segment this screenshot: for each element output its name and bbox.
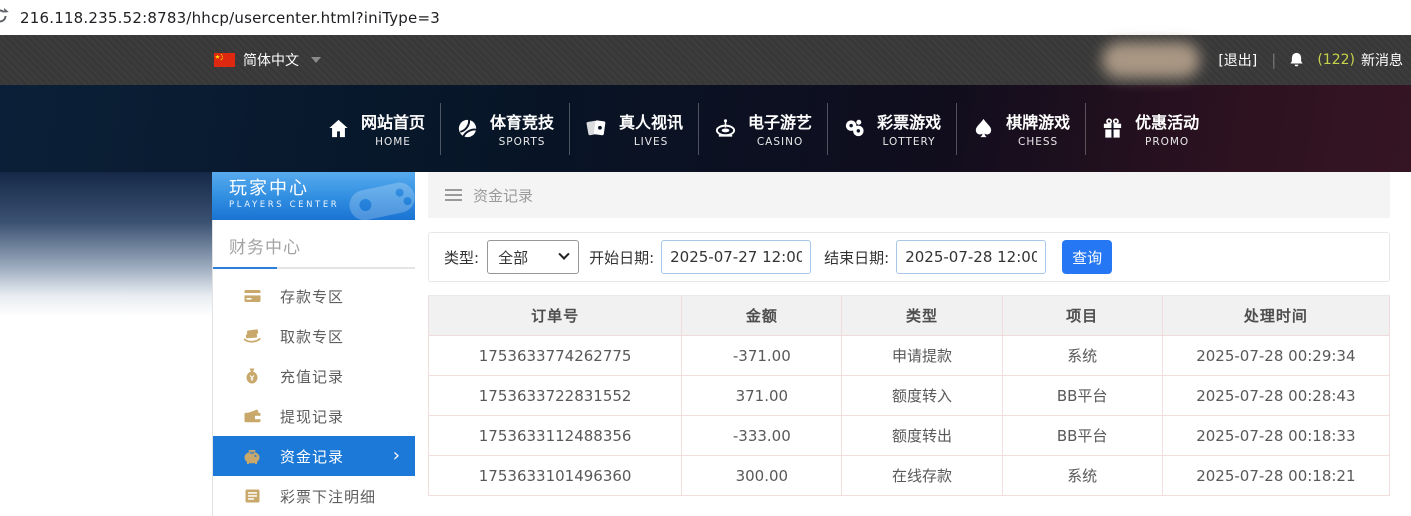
project: BB平台 (1002, 376, 1162, 416)
chevron-right-icon: › (393, 447, 400, 465)
home-icon (327, 117, 350, 140)
sidebar-section-title: 财务中心 (213, 220, 415, 267)
page-title: 资金记录 (473, 185, 533, 206)
withdraw-hand-icon (243, 329, 261, 344)
hamburger-icon[interactable] (445, 189, 462, 201)
gamepad-icon (340, 172, 415, 220)
query-button[interactable]: 查询 (1062, 240, 1112, 274)
fund-records-table: 订单号 金额 类型 项目 处理时间 1753633774262775 -371.… (428, 295, 1390, 496)
time: 2025-07-28 00:29:34 (1162, 336, 1389, 376)
banner-gradient-strip (0, 172, 212, 317)
nav-item-promo[interactable]: 优惠活动 PROMO (1086, 109, 1214, 148)
wallet-icon (243, 409, 261, 423)
sports-ball-icon (456, 117, 479, 140)
deposit-card-icon (243, 289, 261, 304)
gift-icon (1101, 117, 1124, 140)
filter-bar: 类型: 全部 开始日期: 结束日期: 查询 (428, 232, 1390, 282)
amount: 371.00 (682, 376, 842, 416)
sidebar-item-withdraw-zone[interactable]: 取款专区 › (213, 316, 415, 356)
sidebar-item-fund-records[interactable]: 资金记录 › (213, 436, 415, 476)
type-select-value: 全部 (498, 247, 528, 268)
table-row: 1753633774262775 -371.00 申请提款 系统 2025-07… (429, 336, 1390, 376)
reload-icon (0, 7, 9, 25)
new-messages-link[interactable]: 新消息 (1361, 50, 1403, 70)
spade-icon (972, 117, 995, 140)
lottery-balls-icon (843, 117, 866, 140)
type-select[interactable]: 全部 (487, 240, 579, 274)
main-navbar: 网站首页 HOME 体育竞技 SPORTS 真人视讯 LI (0, 85, 1411, 172)
nav-item-casino[interactable]: 电子游艺 CASINO (699, 109, 827, 148)
start-date-input[interactable] (661, 240, 811, 274)
amount: -371.00 (682, 336, 842, 376)
username-redacted (1102, 42, 1200, 78)
col-order-no: 订单号 (429, 296, 682, 336)
sidebar-item-deposit-zone[interactable]: 存款专区 › (213, 276, 415, 316)
language-selector[interactable]: 简体中文 (214, 50, 321, 70)
order-no: 1753633101496360 (429, 456, 682, 496)
end-date-input[interactable] (896, 240, 1046, 274)
col-type: 类型 (842, 296, 1002, 336)
logout-link[interactable]: [退出] (1218, 50, 1257, 70)
order-no: 1753633722831552 (429, 376, 682, 416)
user-area: [退出] | (122) 新消息 (1102, 42, 1403, 78)
project: BB平台 (1002, 416, 1162, 456)
type: 在线存款 (842, 456, 1002, 496)
end-date-label: 结束日期: (824, 247, 889, 268)
nav-item-home[interactable]: 网站首页 HOME (312, 109, 440, 148)
breadcrumb: 资金记录 (428, 172, 1390, 218)
top-utility-bar: 简体中文 [退出] | (122) 新消息 (0, 35, 1411, 85)
type: 额度转入 (842, 376, 1002, 416)
order-no: 1753633774262775 (429, 336, 682, 376)
sidebar-item-recharge-records[interactable]: 充值记录 › (213, 356, 415, 396)
separator: | (1271, 51, 1276, 69)
table-row: 1753633722831552 371.00 额度转入 BB平台 2025-0… (429, 376, 1390, 416)
sidebar-item-withdrawal-records[interactable]: 提现记录 › (213, 396, 415, 436)
money-bag-icon (243, 368, 261, 384)
piggy-bank-icon (243, 449, 261, 464)
chevron-down-icon (311, 57, 321, 63)
china-flag-icon (214, 53, 235, 67)
roulette-icon (714, 117, 737, 140)
col-time: 处理时间 (1162, 296, 1389, 336)
col-project: 项目 (1002, 296, 1162, 336)
nav-item-lives[interactable]: 真人视讯 LIVES (570, 109, 698, 148)
nav-item-chess[interactable]: 棋牌游戏 CHESS (957, 109, 1085, 148)
type: 额度转出 (842, 416, 1002, 456)
table-header-row: 订单号 金额 类型 项目 处理时间 (429, 296, 1390, 336)
url-text: 216.118.235.52:8783/hhcp/usercenter.html… (20, 9, 440, 27)
time: 2025-07-28 00:18:33 (1162, 416, 1389, 456)
project: 系统 (1002, 456, 1162, 496)
type-label: 类型: (444, 247, 479, 268)
amount: -333.00 (682, 416, 842, 456)
cards-icon (585, 117, 608, 140)
nav-item-lottery[interactable]: 彩票游戏 LOTTERY (828, 109, 956, 148)
message-count[interactable]: (122) (1317, 52, 1355, 68)
main-panel: 资金记录 类型: 全部 开始日期: 结束日期: 查询 订单号 金额 (428, 172, 1390, 516)
time: 2025-07-28 00:18:21 (1162, 456, 1389, 496)
language-label: 简体中文 (243, 50, 299, 70)
table-row: 1753633101496360 300.00 在线存款 系统 2025-07-… (429, 456, 1390, 496)
type: 申请提款 (842, 336, 1002, 376)
browser-address-bar[interactable]: 216.118.235.52:8783/hhcp/usercenter.html… (0, 0, 1411, 35)
time: 2025-07-28 00:28:43 (1162, 376, 1389, 416)
sidebar-header: 玩家中心 PLAYERS CENTER (212, 172, 415, 220)
sidebar: 玩家中心 PLAYERS CENTER 财务中心 (212, 172, 415, 516)
select-chevron-icon (558, 249, 569, 260)
amount: 300.00 (682, 456, 842, 496)
bell-icon[interactable] (1288, 51, 1305, 69)
project: 系统 (1002, 336, 1162, 376)
nav-item-sports[interactable]: 体育竞技 SPORTS (441, 109, 569, 148)
start-date-label: 开始日期: (589, 247, 654, 268)
col-amount: 金额 (682, 296, 842, 336)
sidebar-item-lottery-bet-details[interactable]: 彩票下注明细 › (213, 476, 415, 516)
order-no: 1753633112488356 (429, 416, 682, 456)
list-icon (243, 489, 261, 503)
table-row: 1753633112488356 -333.00 额度转出 BB平台 2025-… (429, 416, 1390, 456)
